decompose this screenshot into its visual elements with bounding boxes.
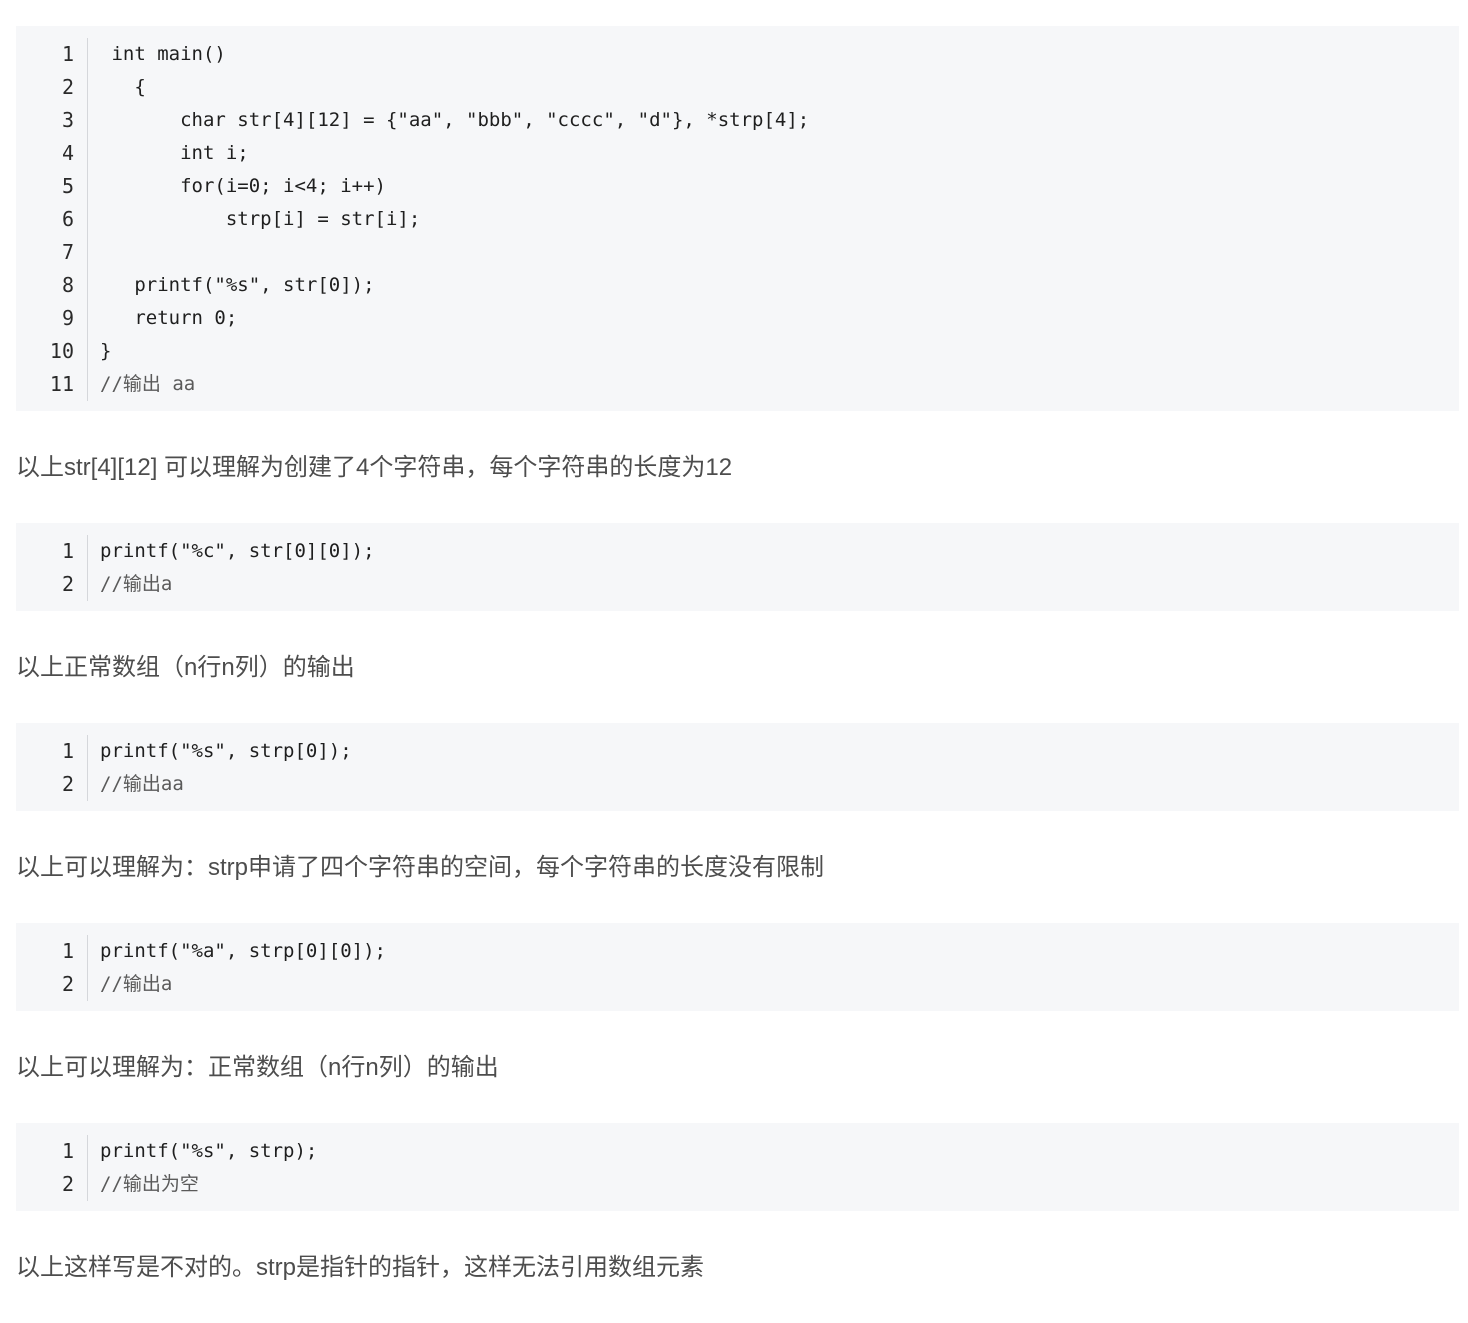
- code-line: 1 printf("%s", strp);: [16, 1135, 1459, 1168]
- paragraph: 以上可以理解为：正常数组（n行n列）的输出: [16, 1054, 499, 1081]
- line-number: 7: [16, 236, 88, 269]
- code-block: 1 printf("%s", strp); 2 //输出为空: [16, 1123, 1459, 1211]
- code-comment: //输出 aa: [100, 373, 196, 395]
- code-line: 3 char str[4][12] = {"aa", "bbb", "cccc"…: [16, 104, 1459, 137]
- paragraph: 以上str[4][12] 可以理解为创建了4个字符串，每个字符串的长度为12: [16, 454, 733, 481]
- line-number: 2: [16, 1168, 88, 1201]
- code-text: }: [100, 340, 112, 362]
- code-line: 5 for(i=0; i<4; i++): [16, 170, 1459, 203]
- code-line: 2 //输出aa: [16, 768, 1459, 801]
- code-line: 7: [16, 236, 1459, 269]
- code-text: {: [100, 76, 146, 98]
- line-number: 2: [16, 768, 88, 801]
- code-line: 1 printf("%s", strp[0]);: [16, 735, 1459, 768]
- code-line: 2 //输出a: [16, 968, 1459, 1001]
- line-number: 1: [16, 735, 88, 768]
- code-line: 4 int i;: [16, 137, 1459, 170]
- code-text: printf("%c", str[0][0]);: [100, 540, 375, 562]
- line-number: 1: [16, 1135, 88, 1168]
- line-number: 5: [16, 170, 88, 203]
- article-content: 1 int main() 2 { 3 char str[4][12] = {"a…: [16, 26, 1459, 1323]
- code-line: 2 {: [16, 71, 1459, 104]
- code-comment: //输出a: [100, 973, 173, 995]
- code-comment: //输出aa: [100, 773, 184, 795]
- code-line: 11 //输出 aa: [16, 368, 1459, 401]
- code-line: 6 strp[i] = str[i];: [16, 203, 1459, 236]
- code-text: for(i=0; i<4; i++): [100, 175, 386, 197]
- code-text: int main(): [100, 43, 226, 65]
- line-number: 11: [16, 368, 88, 401]
- line-number: 1: [16, 38, 88, 71]
- line-number: 3: [16, 104, 88, 137]
- code-comment: //输出a: [100, 573, 173, 595]
- code-line: 2 //输出为空: [16, 1168, 1459, 1201]
- code-comment: //输出为空: [100, 1173, 199, 1195]
- code-block: 1 printf("%s", strp[0]); 2 //输出aa: [16, 723, 1459, 811]
- code-line: 1 printf("%c", str[0][0]);: [16, 535, 1459, 568]
- code-line: 2 //输出a: [16, 568, 1459, 601]
- paragraph: 以上这样写是不对的。strp是指针的指针，这样无法引用数组元素: [16, 1254, 705, 1281]
- code-text: printf("%s", strp[0]);: [100, 740, 352, 762]
- line-number: 2: [16, 568, 88, 601]
- code-line: 1 printf("%a", strp[0][0]);: [16, 935, 1459, 968]
- line-number: 2: [16, 71, 88, 104]
- code-text: printf("%a", strp[0][0]);: [100, 940, 386, 962]
- line-number: 1: [16, 935, 88, 968]
- code-text: int i;: [100, 142, 249, 164]
- code-text: char str[4][12] = {"aa", "bbb", "cccc", …: [100, 109, 810, 131]
- code-block-main: 1 int main() 2 { 3 char str[4][12] = {"a…: [16, 26, 1459, 411]
- line-number: 6: [16, 203, 88, 236]
- code-text: printf("%s", str[0]);: [100, 274, 375, 296]
- line-number: 9: [16, 302, 88, 335]
- paragraph: 以上可以理解为：strp申请了四个字符串的空间，每个字符串的长度没有限制: [16, 854, 825, 881]
- code-line: 8 printf("%s", str[0]);: [16, 269, 1459, 302]
- code-text: printf("%s", strp);: [100, 1140, 318, 1162]
- code-line: 9 return 0;: [16, 302, 1459, 335]
- line-number: 10: [16, 335, 88, 368]
- line-number: 1: [16, 535, 88, 568]
- code-text: strp[i] = str[i];: [100, 208, 421, 230]
- line-number: 8: [16, 269, 88, 302]
- code-block: 1 printf("%a", strp[0][0]); 2 //输出a: [16, 923, 1459, 1011]
- code-text: return 0;: [100, 307, 238, 329]
- paragraph: 以上正常数组（n行n列）的输出: [16, 654, 355, 681]
- line-number: 2: [16, 968, 88, 1001]
- code-block: 1 printf("%c", str[0][0]); 2 //输出a: [16, 523, 1459, 611]
- code-line: 10}: [16, 335, 1459, 368]
- line-number: 4: [16, 137, 88, 170]
- code-line: 1 int main(): [16, 38, 1459, 71]
